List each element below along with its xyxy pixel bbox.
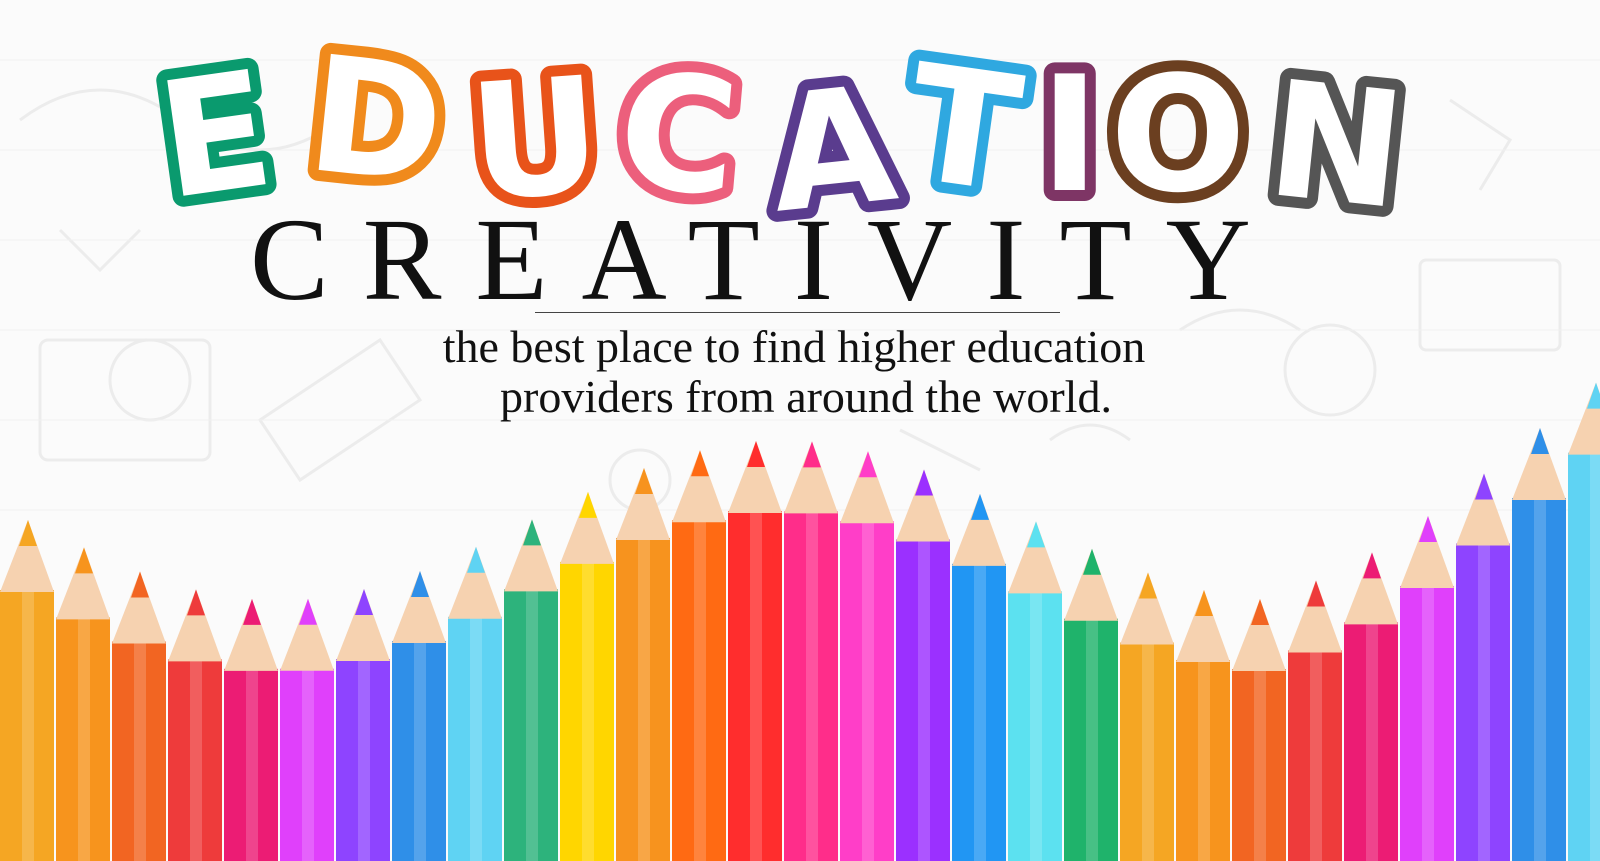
pencil: [112, 571, 166, 861]
pencil: [1512, 427, 1566, 861]
pencil: [280, 598, 334, 861]
pencil: [1288, 580, 1342, 861]
pencil: [56, 547, 110, 861]
pencil: [896, 469, 950, 861]
pencil: [1232, 599, 1286, 861]
pencil: [336, 589, 390, 861]
pencil: [224, 598, 278, 861]
pencil: [504, 519, 558, 861]
pencil: [0, 520, 54, 861]
pencil: [1456, 473, 1510, 861]
pencil: [728, 441, 782, 861]
pencil: [1400, 515, 1454, 861]
pencil: [168, 589, 222, 861]
pencil: [1008, 521, 1062, 861]
pencil: [1064, 548, 1118, 861]
pencil: [1568, 382, 1600, 861]
pencil: [560, 491, 614, 861]
pencil: [840, 451, 894, 861]
pencil: [616, 467, 670, 861]
pencil: [1344, 552, 1398, 861]
pencil: [392, 571, 446, 861]
pencil: [1120, 572, 1174, 861]
pencil: [784, 441, 838, 861]
pencil: [672, 450, 726, 861]
pencil: [952, 493, 1006, 861]
poster: EDUCATION CREATIVITY the best place to f…: [0, 0, 1600, 861]
pencil: [1176, 590, 1230, 861]
pencil: [448, 546, 502, 861]
colored-pencils-illustration: [0, 382, 1600, 861]
